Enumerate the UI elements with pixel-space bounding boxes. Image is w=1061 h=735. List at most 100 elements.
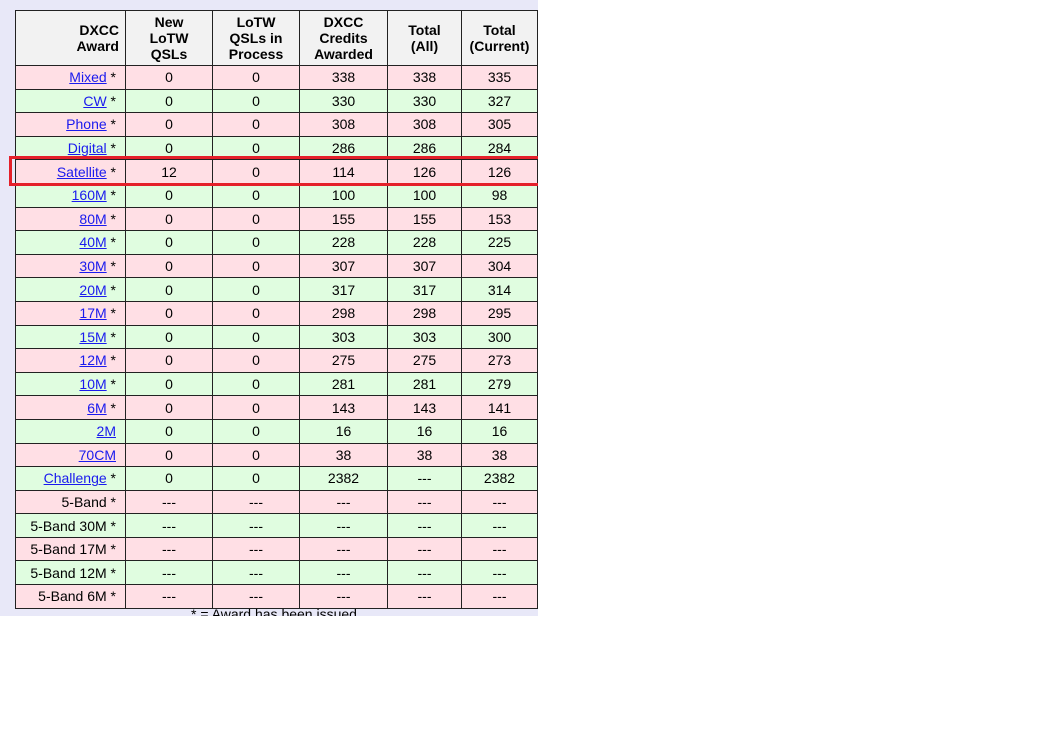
table-row: Challenge * 0 0 2382 --- 2382: [15, 466, 538, 491]
total-current-cell: ---: [461, 536, 538, 562]
award-name-cell: 10M *: [15, 371, 126, 397]
award-name-cell: Digital *: [15, 135, 126, 161]
table-row: CW * 0 0 330 330 327: [15, 88, 538, 114]
award-issued-marker: *: [106, 140, 116, 157]
total-current-cell: 314: [461, 277, 538, 302]
award-name-cell: 6M *: [15, 395, 126, 420]
new-lotw-qsls-cell: 0: [125, 206, 213, 232]
dxcc-credits-cell: 303: [299, 324, 388, 350]
award-label: 5-Band 30M: [30, 517, 107, 534]
new-lotw-qsls-cell: ---: [125, 489, 213, 515]
award-issued-marker: *: [106, 281, 116, 298]
award-label: 5-Band 17M: [30, 541, 107, 558]
total-all-cell: ---: [387, 536, 462, 562]
award-name-cell: 5-Band 17M *: [15, 536, 126, 562]
total-all-cell: 100: [387, 182, 462, 208]
award-issued-marker: *: [106, 352, 116, 369]
award-link[interactable]: CW: [83, 93, 106, 109]
header-lotw-in-process: LoTW QSLs in Process: [212, 10, 300, 66]
award-name-cell: 5-Band 30M *: [15, 513, 126, 538]
table-row: 12M * 0 0 275 275 273: [15, 348, 538, 373]
award-link[interactable]: Digital: [68, 140, 107, 156]
table-row: Phone * 0 0 308 308 305: [15, 112, 538, 137]
award-link[interactable]: 70CM: [79, 447, 116, 463]
award-link[interactable]: 80M: [79, 211, 106, 227]
award-link[interactable]: Phone: [66, 116, 106, 132]
new-lotw-qsls-cell: 0: [125, 466, 213, 491]
table-row: 5-Band * --- --- --- --- ---: [15, 489, 538, 515]
dxcc-credits-cell: 298: [299, 300, 388, 326]
award-link[interactable]: 2M: [97, 423, 116, 439]
lotw-in-process-cell: 0: [212, 395, 300, 420]
dxcc-credits-cell: 308: [299, 112, 388, 137]
award-issued-marker: *: [106, 187, 116, 204]
total-all-cell: 338: [387, 65, 462, 90]
award-link[interactable]: 12M: [79, 352, 106, 368]
dxcc-award-table: DXCC Award New LoTW QSLs LoTW QSLs in Pr…: [15, 10, 538, 609]
total-all-cell: 281: [387, 371, 462, 397]
table-row: 40M * 0 0 228 228 225: [15, 230, 538, 255]
award-name-cell: 40M *: [15, 230, 126, 255]
lotw-in-process-cell: 0: [212, 418, 300, 444]
award-link[interactable]: 17M: [79, 305, 106, 321]
award-link[interactable]: 20M: [79, 282, 106, 298]
new-lotw-qsls-cell: 0: [125, 135, 213, 161]
award-issued-marker: *: [106, 588, 116, 605]
award-link[interactable]: 40M: [79, 234, 106, 250]
total-all-cell: 228: [387, 230, 462, 255]
table-row: 5-Band 12M * --- --- --- --- ---: [15, 560, 538, 586]
award-label: 5-Band: [61, 493, 107, 510]
award-panel: DXCC Award New LoTW QSLs LoTW QSLs in Pr…: [0, 0, 538, 616]
total-current-cell: ---: [461, 513, 538, 538]
award-link[interactable]: 6M: [87, 400, 106, 416]
dxcc-credits-cell: 281: [299, 371, 388, 397]
header-total-all: Total (All): [387, 10, 462, 66]
dxcc-credits-cell: ---: [299, 513, 388, 538]
table-row: 30M * 0 0 307 307 304: [15, 253, 538, 279]
total-current-cell: 295: [461, 300, 538, 326]
total-all-cell: ---: [387, 489, 462, 515]
table-row: 6M * 0 0 143 143 141: [15, 395, 538, 420]
total-current-cell: 335: [461, 65, 538, 90]
award-link[interactable]: 10M: [79, 376, 106, 392]
dxcc-credits-cell: ---: [299, 584, 388, 609]
total-current-cell: 304: [461, 253, 538, 279]
award-name-cell: 12M *: [15, 348, 126, 373]
lotw-in-process-cell: 0: [212, 65, 300, 90]
award-name-cell: 17M *: [15, 300, 126, 326]
award-issued-marker: *: [106, 210, 116, 227]
award-link[interactable]: 160M: [72, 187, 107, 203]
total-all-cell: 307: [387, 253, 462, 279]
total-current-cell: 225: [461, 230, 538, 255]
award-issued-marker: *: [106, 493, 116, 510]
award-name-cell: 2M: [15, 418, 126, 444]
header-dxcc-credits-awarded: DXCC Credits Awarded: [299, 10, 388, 66]
award-link[interactable]: Satellite: [57, 164, 107, 180]
total-all-cell: 275: [387, 348, 462, 373]
award-link[interactable]: Mixed: [69, 69, 106, 85]
dxcc-credits-cell: 228: [299, 230, 388, 255]
lotw-in-process-cell: 0: [212, 230, 300, 255]
total-all-cell: 16: [387, 418, 462, 444]
award-link[interactable]: 15M: [79, 329, 106, 345]
dxcc-credits-cell: 155: [299, 206, 388, 232]
dxcc-credits-cell: 143: [299, 395, 388, 420]
award-link[interactable]: 30M: [79, 258, 106, 274]
award-issued-marker: *: [106, 258, 116, 275]
new-lotw-qsls-cell: 0: [125, 395, 213, 420]
dxcc-credits-cell: 317: [299, 277, 388, 302]
new-lotw-qsls-cell: 0: [125, 300, 213, 326]
dxcc-credits-cell: ---: [299, 536, 388, 562]
total-all-cell: 303: [387, 324, 462, 350]
award-name-cell: Phone *: [15, 112, 126, 137]
total-current-cell: 300: [461, 324, 538, 350]
total-all-cell: 126: [387, 159, 462, 184]
lotw-in-process-cell: 0: [212, 206, 300, 232]
new-lotw-qsls-cell: 0: [125, 253, 213, 279]
lotw-in-process-cell: 0: [212, 348, 300, 373]
award-link[interactable]: Challenge: [44, 470, 107, 486]
dxcc-credits-cell: 114: [299, 159, 388, 184]
dxcc-credits-cell: ---: [299, 560, 388, 586]
lotw-in-process-cell: 0: [212, 88, 300, 114]
total-all-cell: 308: [387, 112, 462, 137]
